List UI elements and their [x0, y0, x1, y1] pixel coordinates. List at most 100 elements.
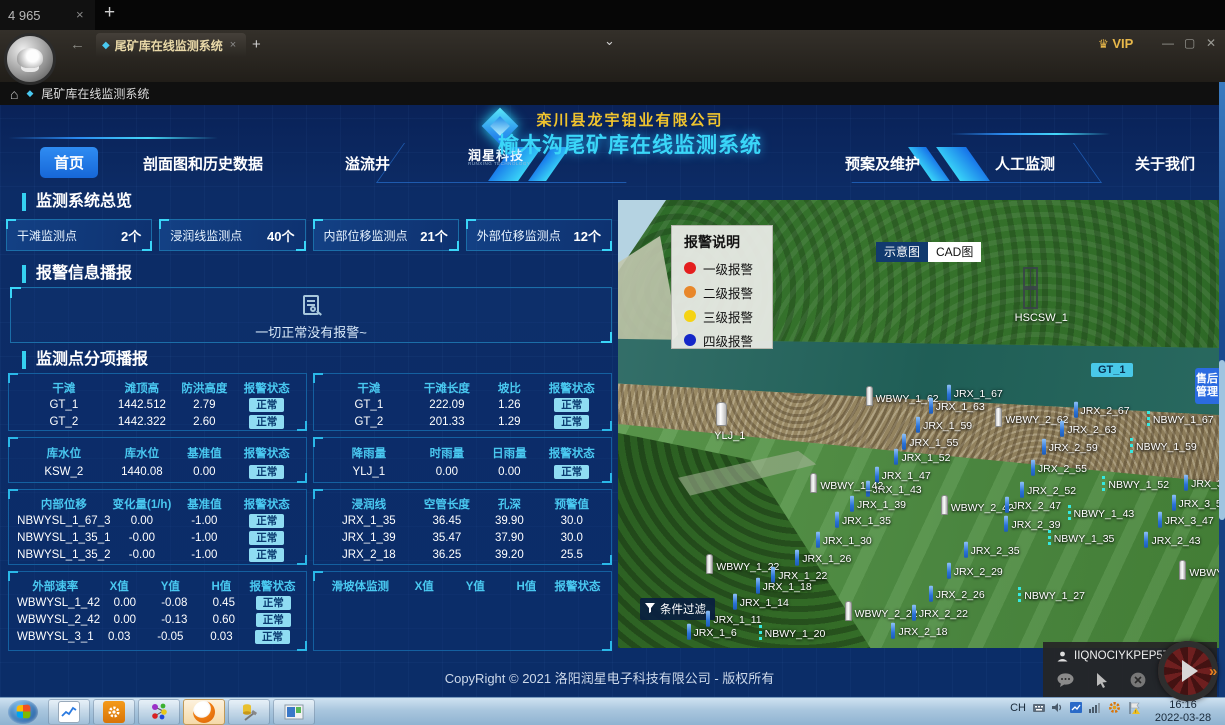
- browser-back-arrow-icon[interactable]: ←: [70, 36, 85, 53]
- map-marker-JRX_2_63[interactable]: JRX_2_63: [1060, 421, 1116, 437]
- map-marker-JRX_1_63[interactable]: JRX_1_63: [929, 398, 985, 414]
- map-marker-JRX_2_22[interactable]: JRX_2_22: [912, 605, 968, 621]
- map-marker-NBWY_1_27[interactable]: NBWY_1_27: [1018, 587, 1085, 603]
- column-header: 变化量(1/h): [111, 496, 173, 512]
- map-marker-JRX_2_47[interactable]: JRX_2_47: [1005, 497, 1061, 513]
- input-language[interactable]: CH: [1010, 702, 1026, 714]
- taskbar-app-molecule[interactable]: [138, 699, 180, 725]
- filter-button[interactable]: 条件过滤: [640, 598, 715, 620]
- map-marker-ylj1[interactable]: YLJ_1: [714, 402, 745, 442]
- nav-item-3[interactable]: 预案及维护: [845, 153, 920, 174]
- map-marker-WBWY_3[interactable]: WBWY_3: [1179, 560, 1219, 580]
- minimize-button[interactable]: —: [1162, 36, 1174, 50]
- nav-item-2[interactable]: 溢流井: [345, 153, 390, 174]
- tray-gear-icon[interactable]: [1108, 701, 1121, 714]
- cursor-icon[interactable]: [1096, 673, 1108, 688]
- aftersale-tab[interactable]: 售后管理: [1195, 368, 1219, 404]
- cell: 1.29: [478, 416, 540, 428]
- map-marker-JRX_1_59[interactable]: JRX_1_59: [916, 417, 972, 433]
- taskbar-app-browser[interactable]: [183, 699, 225, 725]
- map-marker-JRX_2_35[interactable]: JRX_2_35: [964, 542, 1020, 558]
- map-view[interactable]: 报警说明 一级报警二级报警三级报警四级报警 示意图CAD图 HSCSW_1 GT…: [618, 200, 1219, 648]
- taskbar-app-settings[interactable]: [93, 699, 135, 725]
- map-marker-JRX_1_6[interactable]: JRX_1_6: [687, 624, 737, 640]
- map-marker-NBWY_1_67[interactable]: NBWY_1_67: [1147, 411, 1214, 427]
- remote-tab-close-icon[interactable]: ×: [76, 7, 84, 22]
- tray-expand-icon[interactable]: »: [1209, 663, 1217, 680]
- cell: JRX_1_35: [322, 515, 416, 527]
- taskbar-app-chart[interactable]: [48, 699, 90, 725]
- map-marker-JRX_2_59[interactable]: JRX_2_59: [1042, 439, 1098, 455]
- new-tab-button[interactable]: +: [252, 36, 261, 53]
- close-session-icon[interactable]: [1130, 672, 1146, 688]
- taskbar-clock[interactable]: 16:16 2022-03-28: [1145, 699, 1221, 725]
- stat-box-0[interactable]: 干滩监测点2个: [6, 219, 152, 251]
- taskbar-app-monitor[interactable]: [273, 699, 315, 725]
- nav-item-5[interactable]: 关于我们: [1135, 153, 1195, 174]
- chat-icon[interactable]: [1057, 673, 1074, 687]
- map-marker-NBWY_1_43[interactable]: NBWY_1_43: [1068, 505, 1135, 521]
- map-structure-hscsw[interactable]: HSCSW_1: [1015, 267, 1068, 324]
- restore-button[interactable]: ▢: [1184, 36, 1195, 50]
- nav-item-1[interactable]: 剖面图和历史数据: [143, 153, 263, 174]
- stat-box-3[interactable]: 外部位移监测点12个: [466, 219, 612, 251]
- map-marker-WBWY_2_22[interactable]: WBWY_2_22: [845, 601, 918, 621]
- nav-item-0[interactable]: 首页: [40, 147, 98, 178]
- signal-icon[interactable]: [1089, 702, 1101, 713]
- map-marker-JRX_3_5[interactable]: JRX_3_5: [1184, 475, 1219, 491]
- map-marker-NBWY_1_20[interactable]: NBWY_1_20: [759, 625, 826, 641]
- map-marker-JRX_1_35[interactable]: JRX_1_35: [835, 512, 891, 528]
- map-marker-NBWY_1_52[interactable]: NBWY_1_52: [1102, 476, 1169, 492]
- map-marker-JRX_1_18[interactable]: JRX_1_18: [756, 578, 812, 594]
- map-marker-JRX_2_29[interactable]: JRX_2_29: [947, 563, 1003, 579]
- map-marker-JRX_1_26[interactable]: JRX_1_26: [795, 550, 851, 566]
- close-button[interactable]: ✕: [1206, 36, 1216, 50]
- map-marker-WBWY_1_42[interactable]: WBWY_1_42: [810, 473, 883, 493]
- nav-item-4[interactable]: 人工监测: [995, 153, 1055, 174]
- tabs-chevron-icon[interactable]: ⌄: [604, 33, 615, 49]
- home-icon[interactable]: ⌂: [10, 86, 18, 102]
- map-marker-JRX_1_55[interactable]: JRX_1_55: [902, 434, 958, 450]
- stocks-icon[interactable]: [1070, 702, 1082, 713]
- map-marker-WBWY_1_22[interactable]: WBWY_1_22: [706, 554, 779, 574]
- map-marker-WBWY_2_62[interactable]: WBWY_2_62: [995, 407, 1068, 427]
- map-marker-NBWY_1_59[interactable]: NBWY_1_59: [1130, 438, 1197, 454]
- map-marker-JRX_1_52[interactable]: JRX_1_52: [894, 449, 950, 465]
- tab-close-icon[interactable]: ×: [230, 39, 236, 51]
- stat-box-2[interactable]: 内部位移监测点21个: [313, 219, 459, 251]
- map-marker-gt1[interactable]: GT_1: [1091, 363, 1133, 377]
- map-marker-JRX_2_55[interactable]: JRX_2_55: [1031, 460, 1087, 476]
- map-marker-NBWY_1_35[interactable]: NBWY_1_35: [1048, 530, 1115, 546]
- view-button-0[interactable]: 示意图: [876, 242, 928, 262]
- action-center-flag-icon[interactable]: !: [1128, 702, 1141, 714]
- bookmark-item[interactable]: 尾矿库在线监测系统: [41, 85, 149, 102]
- scrollbar-thumb[interactable]: [1219, 360, 1225, 520]
- map-marker-WBWY_1_62[interactable]: WBWY_1_62: [866, 386, 939, 406]
- map-marker-JRX_1_39[interactable]: JRX_1_39: [850, 496, 906, 512]
- map-marker-WBWY_2_42[interactable]: WBWY_2_42: [941, 495, 1014, 515]
- marker-post-icon: [1018, 587, 1021, 603]
- map-marker-JRX_3_52[interactable]: JRX_3_52: [1172, 495, 1219, 511]
- map-marker-JRX_2_43[interactable]: JRX_2_43: [1144, 532, 1200, 548]
- table-header-row: 滑坡体监测X值Y值H值报警状态: [322, 577, 603, 594]
- view-button-1[interactable]: CAD图: [928, 242, 981, 262]
- marker-label: JRX_2_22: [919, 608, 968, 621]
- volume-icon[interactable]: [1052, 702, 1063, 713]
- taskbar-app-tools[interactable]: [228, 699, 270, 725]
- map-marker-JRX_1_30[interactable]: JRX_1_30: [816, 532, 872, 548]
- taskbar: CH ! 16:16 2022-03-28: [0, 697, 1225, 725]
- map-marker-JRX_1_14[interactable]: JRX_1_14: [733, 594, 789, 610]
- remote-new-tab-icon[interactable]: +: [104, 2, 115, 24]
- browser-tab[interactable]: ◆ 尾矿库在线监测系统 ×: [96, 33, 246, 57]
- browser-logo-icon[interactable]: [4, 33, 56, 85]
- map-marker-JRX_2_26[interactable]: JRX_2_26: [929, 586, 985, 602]
- map-marker-JRX_2_18[interactable]: JRX_2_18: [891, 623, 947, 639]
- alarm-doc-icon: [303, 295, 319, 315]
- map-marker-JRX_2_67[interactable]: JRX_2_67: [1074, 402, 1130, 418]
- map-marker-JRX_2_52[interactable]: JRX_2_52: [1020, 482, 1076, 498]
- vip-badge[interactable]: ♛ VIP: [1098, 36, 1133, 51]
- keyboard-icon[interactable]: [1033, 702, 1045, 713]
- map-marker-JRX_3_47[interactable]: JRX_3_47: [1158, 512, 1214, 528]
- stat-box-1[interactable]: 浸润线监测点40个: [159, 219, 305, 251]
- start-button[interactable]: [8, 700, 38, 724]
